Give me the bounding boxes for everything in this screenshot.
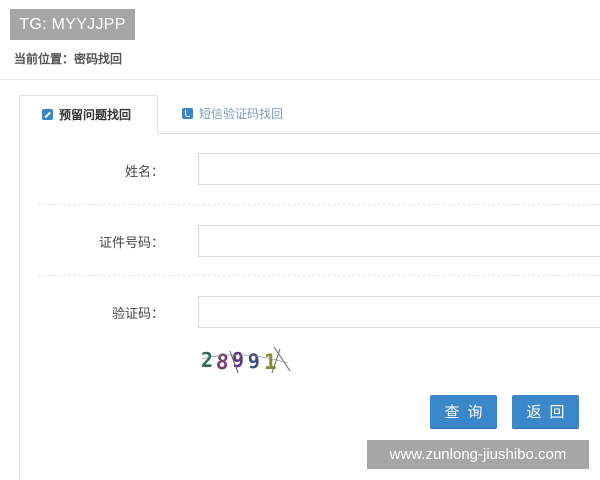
- row-divider: [38, 275, 600, 276]
- tab-label: 短信验证码找回: [199, 107, 284, 121]
- url-watermark: www.zunlong-jiushibo.com: [367, 440, 589, 469]
- captcha-char: 1: [264, 350, 277, 374]
- id-number-input[interactable]: [198, 225, 600, 257]
- captcha-char: 9: [232, 348, 244, 372]
- name-input[interactable]: [198, 153, 600, 185]
- back-button[interactable]: 返回: [512, 395, 579, 428]
- pencil-icon: [42, 109, 53, 120]
- header-divider: [0, 79, 600, 80]
- tab-label: 预留问题找回: [59, 108, 132, 122]
- tg-watermark-badge: TG: MYYJJPP: [10, 9, 135, 40]
- breadcrumb: 当前位置：密码找回: [14, 52, 123, 66]
- phone-icon: [182, 108, 193, 119]
- captcha-char: 2: [201, 348, 213, 372]
- row-divider: [38, 204, 600, 205]
- captcha-input[interactable]: [198, 296, 600, 328]
- captcha-image[interactable]: 2 8 9 9 1: [200, 345, 292, 375]
- query-button[interactable]: 查询: [430, 395, 497, 428]
- captcha-char: 8: [215, 349, 230, 374]
- tab-security-question[interactable]: 预留问题找回: [19, 95, 158, 134]
- name-label: 姓名：: [124, 165, 164, 180]
- tab-sms-code[interactable]: 短信验证码找回: [180, 95, 320, 134]
- captcha-label: 验证码：: [111, 307, 164, 322]
- id-number-label: 证件号码：: [98, 236, 164, 251]
- captcha-char: 9: [247, 349, 261, 374]
